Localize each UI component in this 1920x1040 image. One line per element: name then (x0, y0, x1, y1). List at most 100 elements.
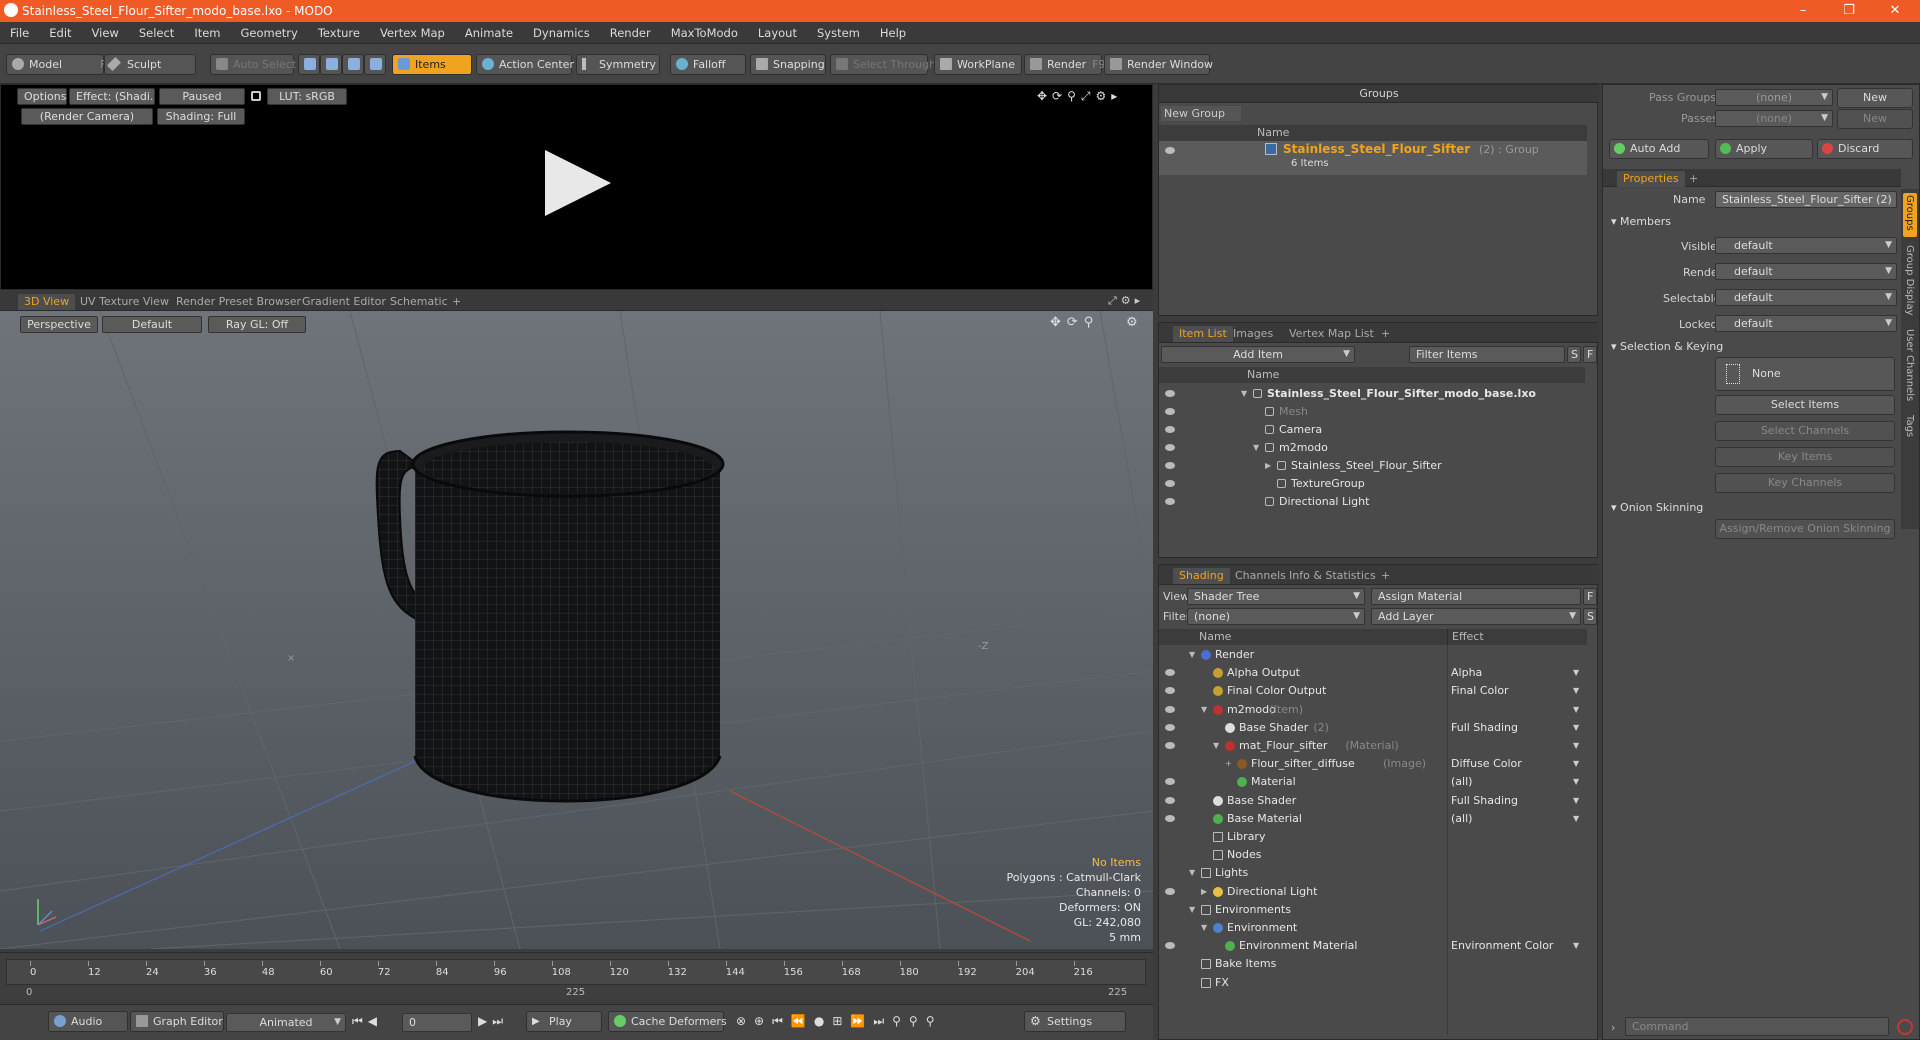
shader-tree-row[interactable]: Alpha Output Alpha ▼ (1159, 664, 1587, 682)
tree-expander-icon[interactable]: + (1225, 755, 1232, 773)
chevron-down-icon[interactable]: ▼ (1573, 664, 1579, 682)
chevron-down-icon[interactable]: ▼ (1573, 937, 1579, 955)
tab-uv-texture-view[interactable]: UV Texture View (74, 294, 175, 310)
record-macro-icon[interactable] (1897, 1019, 1913, 1035)
tree-expander-icon[interactable]: ▼ (1189, 901, 1195, 919)
shader-view-dropdown[interactable]: Shader Tree ▼ (1187, 588, 1365, 605)
play-icon[interactable] (545, 150, 611, 216)
visibility-eye-icon[interactable] (1165, 796, 1175, 804)
tab-images[interactable]: Images (1227, 326, 1279, 342)
item-list-row[interactable]: ▶ Stainless_Steel_Flour_Sifter (1159, 457, 1585, 475)
visibility-eye-icon[interactable] (1165, 742, 1175, 749)
shading-f-button[interactable]: F (1583, 588, 1597, 605)
flour-sifter-mesh[interactable] (370, 406, 810, 846)
chevron-down-icon[interactable]: ▼ (1573, 755, 1579, 773)
audio-button[interactable]: Audio (48, 1011, 128, 1032)
tree-expander-icon[interactable]: ▼ (1201, 919, 1207, 937)
sculpt-mode-button[interactable]: Sculpt (104, 54, 196, 75)
locked-dropdown[interactable]: default ▼ (1715, 315, 1897, 332)
visibility-eye-icon[interactable] (1165, 942, 1175, 950)
menu-select[interactable]: Select (129, 26, 184, 40)
item-list-row[interactable]: ▼ m2modo (1159, 439, 1585, 457)
symmetry-button[interactable]: Symmetry (576, 54, 660, 75)
viewport-settings-icon[interactable]: ⚙ (1126, 315, 1138, 330)
polygons-mode-button[interactable] (342, 54, 364, 75)
workplane-button[interactable]: WorkPlane (934, 54, 1022, 75)
side-tab-tags[interactable]: Tags (1904, 415, 1915, 437)
passes-dropdown[interactable]: (none) ▼ (1715, 110, 1833, 127)
shader-effect-value[interactable]: Diffuse Color (1451, 755, 1522, 773)
menu-file[interactable]: File (0, 26, 39, 40)
shader-effect-value[interactable]: (all) (1451, 773, 1472, 791)
visibility-eye-icon[interactable] (1165, 887, 1175, 895)
visibility-eye-icon[interactable] (1165, 498, 1175, 505)
shader-tree-row[interactable]: Base Shader Full Shading ▼ (1159, 792, 1587, 810)
menu-texture[interactable]: Texture (308, 26, 370, 40)
menu-maxtomodo[interactable]: MaxToModo (661, 26, 748, 40)
tree-expander-icon[interactable]: ▶ (1201, 883, 1207, 901)
shader-tree-row[interactable]: ▼ Lights (1159, 864, 1587, 882)
preview-paused-button[interactable]: Paused (159, 88, 245, 105)
viewport-nav-controls[interactable]: ✥⟳⚲ (1050, 315, 1099, 330)
edges-mode-button[interactable] (320, 54, 342, 75)
group-name-input[interactable]: Stainless_Steel_Flour_Sifter (2) (1715, 191, 1897, 208)
viewport-panel-controls[interactable]: ⤢⚙▸ (1108, 294, 1144, 308)
menu-edit[interactable]: Edit (39, 26, 81, 40)
tree-expander-icon[interactable]: ▼ (1253, 439, 1259, 457)
visibility-eye-icon[interactable] (1165, 408, 1175, 415)
shader-tree-row[interactable]: ▼ mat_Flour_sifter (Material) ▼ (1159, 737, 1587, 755)
frame-input[interactable]: 0 (402, 1013, 472, 1032)
group-row[interactable]: Stainless_Steel_Flour_Sifter (2) : Group… (1159, 141, 1587, 175)
vertices-mode-button[interactable] (298, 54, 320, 75)
preview-options-button[interactable]: Options (17, 88, 67, 105)
none-button[interactable]: None (1715, 357, 1895, 391)
shader-tree-row[interactable]: ▶ Directional Light (1159, 883, 1587, 901)
shader-effect-value[interactable]: Full Shading (1451, 792, 1518, 810)
model-mode-button[interactable]: ModelF2 (6, 54, 113, 75)
shader-tree-row[interactable]: ▼ Environments (1159, 901, 1587, 919)
side-tab-user-channels[interactable]: User Channels (1904, 329, 1915, 401)
side-tab-group-display[interactable]: Group Display (1904, 245, 1915, 315)
shader-effect-value[interactable]: Environment Color (1451, 937, 1553, 955)
selection-keying-section[interactable]: ▾ Selection & Keying (1611, 340, 1723, 353)
apply-button[interactable]: Apply (1715, 139, 1813, 159)
perspective-dropdown[interactable]: Perspective (20, 316, 98, 333)
settings-button[interactable]: ⚙ Settings (1024, 1011, 1126, 1032)
visibility-eye-icon[interactable] (1165, 669, 1175, 677)
add-item-dropdown[interactable]: Add Item ▼ (1161, 346, 1355, 363)
new-group-button[interactable]: New Group (1161, 106, 1241, 121)
materials-mode-button[interactable] (364, 54, 386, 75)
timeline[interactable]: 0 225 225 0 12 24 36 48 60 72 84 96 108 120 132 144 1… (0, 952, 1153, 1000)
select-channels-button[interactable]: Select Channels (1715, 421, 1895, 441)
chevron-down-icon[interactable]: ▼ (1573, 682, 1579, 700)
shader-effect-value[interactable]: (all) (1451, 810, 1472, 828)
shader-tree-row[interactable]: FX (1159, 974, 1587, 992)
lock-icon[interactable] (251, 91, 261, 101)
render-button[interactable]: Render F9 (1024, 54, 1106, 75)
chevron-down-icon[interactable]: ▼ (1573, 810, 1579, 828)
item-list-row[interactable]: Directional Light (1159, 493, 1585, 511)
visibility-eye-icon[interactable] (1165, 462, 1175, 469)
3d-viewport[interactable]: Perspective Default Ray GL: Off ✥⟳⚲ ⚙ × … (0, 311, 1153, 949)
item-list-row[interactable]: Mesh (1159, 403, 1585, 421)
cache-deformers-button[interactable]: Cache Deformers (608, 1011, 727, 1032)
onion-skinning-section[interactable]: ▾ Onion Skinning (1611, 501, 1703, 514)
chevron-down-icon[interactable]: ▼ (1573, 792, 1579, 810)
tab-vertex-map-list[interactable]: Vertex Map List (1283, 326, 1380, 342)
preview-effect-dropdown[interactable]: Effect: (Shadi... (69, 88, 155, 105)
shader-effect-value[interactable]: Final Color (1451, 682, 1509, 700)
tab-info-statistics[interactable]: Info & Statistics (1283, 568, 1382, 584)
visible-dropdown[interactable]: default ▼ (1715, 237, 1897, 254)
shader-tree-row[interactable]: Material (all) ▼ (1159, 773, 1587, 791)
snapping-button[interactable]: Snapping (750, 54, 826, 75)
menu-layout[interactable]: Layout (748, 26, 807, 40)
add-tab-button[interactable]: + (1683, 171, 1704, 187)
tree-expander-icon[interactable]: ▼ (1213, 737, 1219, 755)
menu-vertex-map[interactable]: Vertex Map (370, 26, 455, 40)
shader-tree-row[interactable]: ▼ m2modo (Item) ▼ (1159, 701, 1587, 719)
tree-expander-icon[interactable]: ▶ (1265, 457, 1271, 475)
new-pass-group-button[interactable]: New (1837, 88, 1913, 108)
visibility-eye-icon[interactable] (1165, 705, 1175, 713)
play-button[interactable]: ▶ Play (526, 1011, 602, 1032)
selectable-dropdown[interactable]: default ▼ (1715, 289, 1897, 306)
